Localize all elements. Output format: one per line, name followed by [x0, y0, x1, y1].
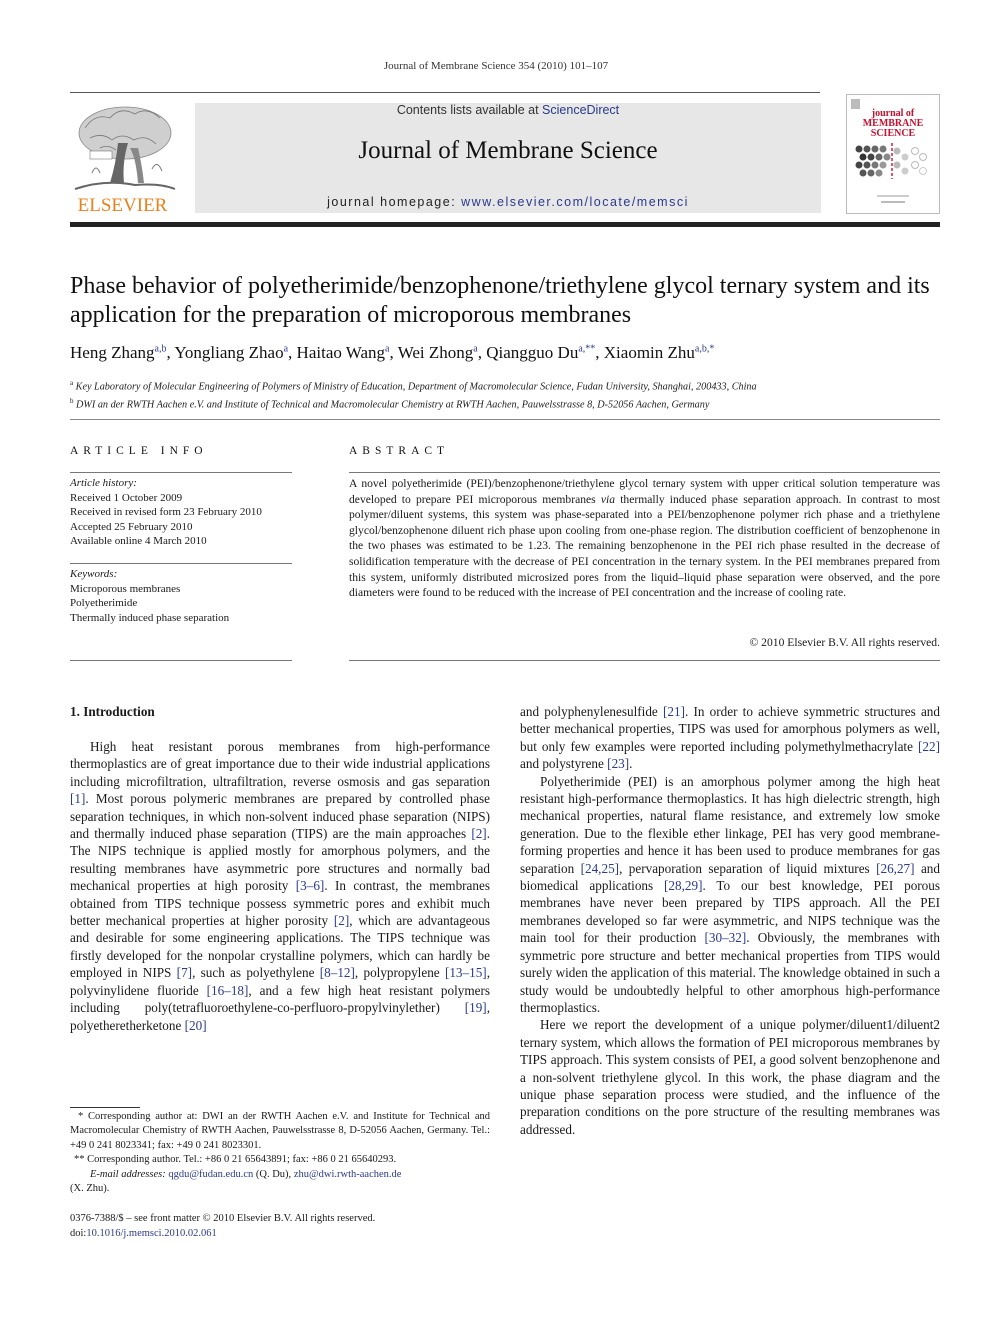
author-2: Haitao Wanga, — [296, 343, 398, 362]
section-heading-introduction: 1. Introduction — [70, 704, 155, 719]
doi-link[interactable]: 10.1016/j.memsci.2010.02.061 — [86, 1228, 216, 1239]
elsevier-wordmark: ELSEVIER — [77, 195, 168, 216]
history-label: Article history: — [70, 477, 137, 489]
citation-link[interactable]: [22] — [918, 739, 940, 754]
footnotes: * Corresponding author at: DWI an der RW… — [70, 1110, 490, 1196]
history-item: Received 1 October 2009 — [70, 491, 183, 504]
paragraph-text: , such as polyethylene — [192, 965, 320, 981]
author-5: Xiaomin Zhua,b,* — [603, 343, 715, 362]
body-column-left: High heat resistant porous membranes fro… — [70, 738, 490, 1034]
article-info-heading: ARTICLE INFO — [70, 445, 208, 457]
citation-link[interactable]: [28,29] — [664, 878, 702, 893]
journal-banner: Contents lists available at ScienceDirec… — [195, 103, 821, 213]
journal-name: Journal of Membrane Science — [358, 137, 658, 164]
affiliation-a: a Key Laboratory of Molecular Engineerin… — [70, 379, 757, 393]
author-affil-link[interactable]: a,b — [155, 343, 167, 354]
keywords-label: Keywords: — [70, 568, 118, 580]
email-link[interactable]: zhu@dwi.rwth-aachen.de — [294, 1169, 402, 1180]
footnote-emails: E-mail addresses: qgdu@fudan.edu.cn (Q. … — [90, 1168, 402, 1180]
article-history: Article history: Received 1 October 2009… — [70, 476, 310, 549]
citation-link[interactable]: [23] — [607, 756, 629, 771]
citation-link[interactable]: [26,27] — [876, 861, 914, 876]
banner-thick-rule — [70, 222, 940, 227]
citation-link[interactable]: [24,25] — [581, 861, 619, 876]
paragraph-text: High heat resistant porous membranes fro… — [70, 739, 490, 789]
paragraph: and polyphenylenesulfide [21]. In order … — [520, 703, 940, 773]
author-list: Heng Zhanga,b, Yongliang Zhaoa, Haitao W… — [70, 343, 940, 363]
homepage-line: journal homepage: www.elsevier.com/locat… — [195, 195, 821, 209]
paragraph: High heat resistant porous membranes fro… — [70, 738, 490, 1034]
author-1: Yongliang Zhaoa, — [174, 343, 297, 362]
paragraph: Polyetherimide (PEI) is an amorphous pol… — [520, 773, 940, 1017]
citation-link[interactable]: [30–32] — [704, 930, 746, 945]
body-column-right: and polyphenylenesulfide [21]. In order … — [520, 703, 940, 1138]
homepage-link[interactable]: www.elsevier.com/locate/memsci — [461, 195, 689, 209]
paragraph-text: , polypropylene — [354, 965, 445, 981]
divider — [349, 472, 940, 473]
doi-line: doi:10.1016/j.memsci.2010.02.061 — [70, 1228, 217, 1239]
citation-link[interactable]: [8–12] — [320, 965, 355, 980]
citation-link[interactable]: [2] — [334, 913, 349, 928]
divider — [70, 472, 292, 473]
citation-link[interactable]: [20] — [185, 1018, 207, 1033]
cover-line3: SCIENCE — [870, 128, 916, 139]
citation-link[interactable]: [19] — [465, 1000, 487, 1015]
footnote-corresponding-2: ** Corresponding author. Tel.: +86 0 21 … — [74, 1154, 397, 1166]
cover-elsevier-mini-icon — [851, 99, 860, 109]
paragraph-text: Here we report the development of a uniq… — [520, 1017, 940, 1137]
citation-link[interactable]: [3–6] — [296, 878, 325, 893]
citation-link[interactable]: [1] — [70, 791, 85, 806]
divider — [70, 419, 940, 420]
sciencedirect-link[interactable]: ScienceDirect — [542, 103, 619, 117]
affiliation-b: b DWI an der RWTH Aachen e.V. and Instit… — [70, 397, 710, 411]
footnote-rule — [70, 1107, 140, 1108]
running-head: Journal of Membrane Science 354 (2010) 1… — [383, 60, 609, 72]
divider — [349, 660, 940, 661]
paragraph-text: . — [629, 756, 633, 772]
article-title: Phase behavior of polyetherimide/benzoph… — [70, 273, 930, 328]
homepage-prefix: journal homepage: — [327, 195, 462, 209]
author-3: Wei Zhonga, — [397, 343, 487, 362]
issn-line: 0376-7388/$ – see front matter © 2010 El… — [70, 1213, 376, 1224]
author-affil-link[interactable]: a,** — [578, 343, 595, 354]
author-affil-link[interactable]: a,b,* — [695, 343, 714, 354]
header-rule — [70, 92, 820, 93]
journal-cover-icon: journal of MEMBRANE SCIENCE — [846, 94, 940, 214]
divider — [70, 660, 292, 661]
footnote-corresponding-1: * Corresponding author at: DWI an der RW… — [70, 1111, 490, 1151]
front-matter: 0376-7388/$ – see front matter © 2010 El… — [70, 1211, 490, 1241]
author-4: Qiangguo Dua,**, — [486, 343, 604, 362]
citation-link[interactable]: [16–18] — [207, 983, 249, 998]
email-owner: (X. Zhu). — [70, 1183, 110, 1195]
keyword: Microporous membranes — [70, 582, 181, 595]
paragraph-text: , pervaporation separation of liquid mix… — [619, 860, 877, 876]
paragraph: Here we report the development of a uniq… — [520, 1016, 940, 1138]
author-0: Heng Zhanga,b, — [70, 343, 175, 362]
paragraph-text: and polyphenylenesulfide — [520, 704, 663, 719]
paragraph-text: and polystyrene — [520, 756, 608, 772]
affiliations: a Key Laboratory of Molecular Engineerin… — [70, 376, 940, 413]
keyword: Thermally induced phase separation — [70, 611, 230, 624]
contents-line: Contents lists available at ScienceDirec… — [195, 103, 821, 117]
abstract-heading: ABSTRACT — [349, 445, 450, 457]
history-item: Available online 4 March 2010 — [70, 535, 207, 548]
contents-prefix: Contents lists available at — [396, 103, 543, 117]
paragraph-text: . Most porous polymeric membranes are pr… — [70, 791, 490, 842]
keyword: Polyetherimide — [70, 597, 138, 610]
history-item: Accepted 25 February 2010 — [70, 520, 193, 533]
abstract-copyright: © 2010 Elsevier B.V. All rights reserved… — [749, 636, 940, 649]
email-link[interactable]: qgdu@fudan.edu.cn — [168, 1169, 253, 1180]
cover-molecule-pattern-icon — [855, 143, 927, 179]
citation-link[interactable]: [13–15] — [445, 965, 487, 980]
citation-link[interactable]: [21] — [663, 704, 685, 719]
divider — [70, 563, 292, 564]
abstract-text: A novel polyetherimide (PEI)/benzophenon… — [349, 477, 941, 600]
history-item: Received in revised form 23 February 201… — [70, 506, 262, 519]
citation-link[interactable]: [7] — [177, 965, 192, 980]
citation-link[interactable]: [2] — [471, 826, 486, 841]
keywords: Keywords: Microporous membranes Polyethe… — [70, 567, 310, 625]
